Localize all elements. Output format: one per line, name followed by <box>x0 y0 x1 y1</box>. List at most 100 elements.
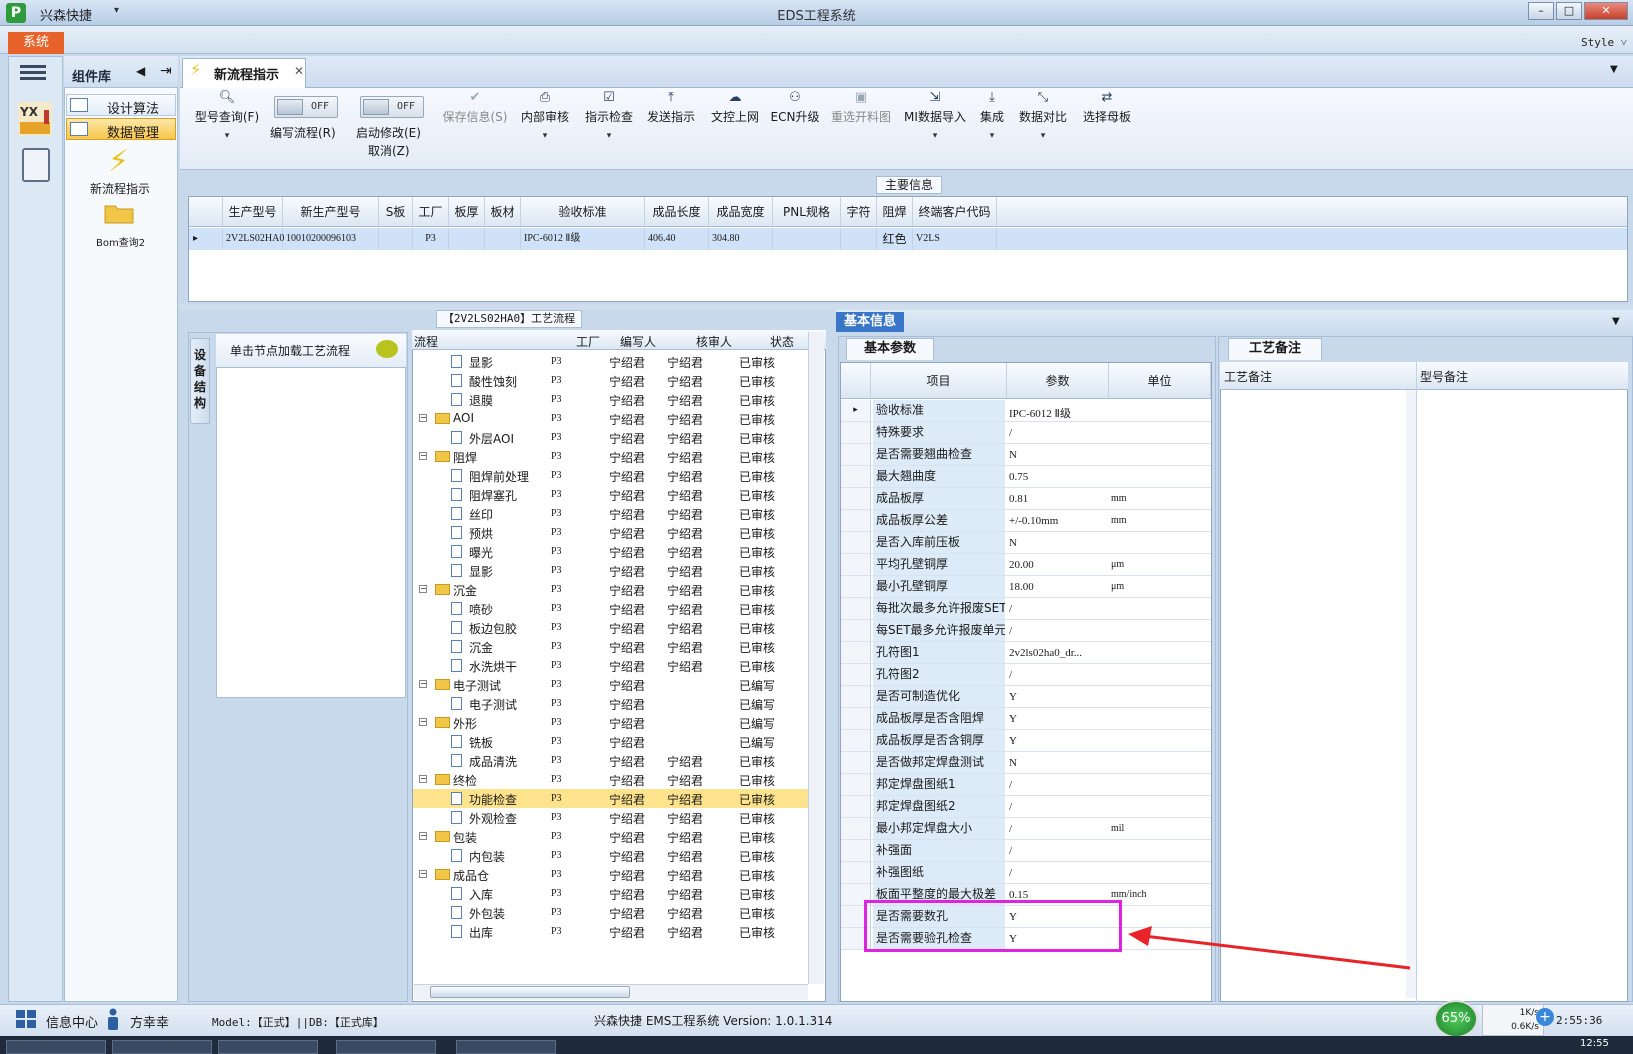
param-row[interactable]: 最小孔壁铜厚 18.00 μm <box>841 576 1211 598</box>
param-value[interactable]: / <box>1009 625 1105 637</box>
process-row[interactable]: 出库 P3 宁绍君 宁绍君 已审核 <box>413 922 809 941</box>
style-menu[interactable]: Style ˅ <box>1581 36 1627 49</box>
internal-review-button[interactable]: ⎙ 内部审核 ▾ <box>520 90 570 141</box>
notes-scrollbar[interactable] <box>1406 390 1416 998</box>
pin-panel-icon[interactable]: ⇥ <box>160 63 172 79</box>
param-row[interactable]: 每批次最多允许报废SET / <box>841 598 1211 620</box>
info-center-link[interactable]: 信息中心 <box>46 1012 98 1031</box>
new-flow-instruction-link[interactable]: 新流程指示 <box>90 180 150 197</box>
system-menu-tab[interactable]: 系统 <box>8 32 64 54</box>
param-value[interactable]: / <box>1009 867 1105 879</box>
column-header[interactable]: 核审人 <box>696 333 732 350</box>
param-value[interactable]: N <box>1009 537 1105 549</box>
param-value[interactable]: Y <box>1009 713 1105 725</box>
process-row[interactable]: − 电子测试 P3 宁绍君 已编写 <box>413 675 809 694</box>
cell-s-board[interactable] <box>379 228 413 250</box>
device-structure-tab[interactable]: 设备结构 <box>190 338 210 424</box>
column-header[interactable]: 生产型号 <box>223 197 283 226</box>
param-value[interactable]: IPC-6012 Ⅱ级 <box>1009 405 1105 421</box>
collapse-toggle-icon[interactable]: − <box>419 585 427 593</box>
tab-basic-params[interactable]: 基本参数 <box>846 338 934 360</box>
param-value[interactable]: Y <box>1009 735 1105 747</box>
process-row[interactable]: 沉金 P3 宁绍君 宁绍君 已审核 <box>413 637 809 656</box>
param-row[interactable]: 邦定焊盘图纸1 / <box>841 774 1211 796</box>
close-button[interactable]: ✕ <box>1584 2 1628 20</box>
cell-new-prod-model[interactable]: 10010200096103 <box>283 228 379 250</box>
bom-query-link[interactable]: Bom查询2 <box>96 234 145 249</box>
column-header[interactable]: 新生产型号 <box>283 197 379 226</box>
start-modify-toggle[interactable]: OFF <box>360 96 424 118</box>
param-value[interactable]: 18.00 <box>1009 581 1105 593</box>
param-value[interactable]: 0.75 <box>1009 471 1105 483</box>
column-header[interactable]: 流程 <box>414 333 438 350</box>
process-row[interactable]: 酸性蚀刻 P3 宁绍君 宁绍君 已审核 <box>413 371 809 390</box>
tab-close-icon[interactable]: ✕ <box>294 64 304 78</box>
process-row[interactable]: − 包装 P3 宁绍君 宁绍君 已审核 <box>413 827 809 846</box>
maximize-button[interactable]: □ <box>1556 2 1582 20</box>
table-row[interactable]: ▸ 2V2LS02HA0 10010200096103 P3 IPC-6012 … <box>189 228 1627 250</box>
model-query-button[interactable]: 🔍︎ 型号查询(F) ▾ <box>192 90 262 141</box>
column-header[interactable]: 阻焊 <box>877 197 913 226</box>
collapse-toggle-icon[interactable]: − <box>419 718 427 726</box>
scroll-thumb[interactable] <box>430 986 630 998</box>
process-row[interactable]: 外层AOI P3 宁绍君 宁绍君 已审核 <box>413 428 809 447</box>
process-row[interactable]: − 成品仓 P3 宁绍君 宁绍君 已审核 <box>413 865 809 884</box>
process-notes-textarea[interactable] <box>1222 392 1404 998</box>
dropdown-arrow-icon[interactable]: ▾ <box>976 131 1008 141</box>
column-header[interactable]: 参数 <box>1007 363 1109 398</box>
param-value[interactable]: / <box>1009 779 1105 791</box>
reselect-cut-button[interactable]: ▣ 重选开料图 <box>828 90 894 125</box>
taskbar-item[interactable] <box>336 1040 436 1054</box>
param-value[interactable]: / <box>1009 603 1105 615</box>
collapse-toggle-icon[interactable]: − <box>419 414 427 422</box>
edit-flow-toggle[interactable]: OFF <box>274 96 338 118</box>
param-value[interactable]: / <box>1009 669 1105 681</box>
column-header[interactable]: S板 <box>379 197 413 226</box>
param-value[interactable]: / <box>1009 801 1105 813</box>
collapse-toggle-icon[interactable]: − <box>419 832 427 840</box>
cell-factory[interactable]: P3 <box>413 228 449 250</box>
process-row[interactable]: 退膜 P3 宁绍君 宁绍君 已审核 <box>413 390 809 409</box>
column-header[interactable]: 工厂 <box>576 333 600 350</box>
taskbar-item[interactable] <box>6 1040 106 1054</box>
column-header[interactable]: 状态 <box>770 333 794 350</box>
model-notes-textarea[interactable] <box>1420 392 1626 998</box>
param-row[interactable]: 平均孔壁铜厚 20.00 μm <box>841 554 1211 576</box>
cancel-button[interactable]: 取消(Z) <box>368 142 410 159</box>
process-row[interactable]: 阻焊前处理 P3 宁绍君 宁绍君 已审核 <box>413 466 809 485</box>
param-row[interactable]: 是否做邦定焊盘测试 N <box>841 752 1211 774</box>
param-value[interactable]: +/-0.10mm <box>1009 515 1105 527</box>
param-row[interactable]: 是否需要翘曲检查 N <box>841 444 1211 466</box>
param-value[interactable]: N <box>1009 449 1105 461</box>
process-row[interactable]: 外包装 P3 宁绍君 宁绍君 已审核 <box>413 903 809 922</box>
process-row[interactable]: 阻焊塞孔 P3 宁绍君 宁绍君 已审核 <box>413 485 809 504</box>
column-header[interactable]: 终端客户代码 <box>913 197 997 226</box>
tab-overflow-icon[interactable]: ▼ <box>1610 64 1618 75</box>
collapse-left-icon[interactable]: ◀ <box>136 64 145 78</box>
mi-import-button[interactable]: ⇲ MI数据导入 ▾ <box>902 90 968 141</box>
grid-icon[interactable] <box>16 1010 36 1028</box>
comment-icon[interactable] <box>376 340 398 358</box>
process-row[interactable]: 板边包胶 P3 宁绍君 宁绍君 已审核 <box>413 618 809 637</box>
process-row[interactable]: 外观检查 P3 宁绍君 宁绍君 已审核 <box>413 808 809 827</box>
param-row[interactable]: 最小邦定焊盘大小 / mil <box>841 818 1211 840</box>
cell-standard[interactable]: IPC-6012 Ⅱ级 <box>521 228 645 250</box>
process-row[interactable]: 入库 P3 宁绍君 宁绍君 已审核 <box>413 884 809 903</box>
process-row[interactable]: 功能检查 P3 宁绍君 宁绍君 已审核 <box>413 789 809 808</box>
param-row[interactable]: 成品板厚公差 +/-0.10mm mm <box>841 510 1211 532</box>
collapse-toggle-icon[interactable]: − <box>419 870 427 878</box>
process-row[interactable]: − AOI P3 宁绍君 宁绍君 已审核 <box>413 409 809 428</box>
process-row[interactable]: 丝印 P3 宁绍君 宁绍君 已审核 <box>413 504 809 523</box>
dropdown-arrow-icon[interactable]: ▾ <box>1016 131 1070 141</box>
tab-process-notes[interactable]: 工艺备注 <box>1228 338 1322 360</box>
column-header[interactable]: 验收标准 <box>521 197 645 226</box>
lib-item-data-management[interactable]: 数据管理 <box>66 118 176 141</box>
cell-pnl[interactable] <box>773 228 841 250</box>
select-mother-board-button[interactable]: ⇄ 选择母板 <box>1080 90 1134 125</box>
param-row[interactable]: 特殊要求 / <box>841 422 1211 444</box>
column-header[interactable]: 编写人 <box>620 333 656 350</box>
param-row[interactable]: 成品板厚 0.81 mm <box>841 488 1211 510</box>
dropdown-arrow-icon[interactable]: ▾ <box>192 131 262 141</box>
param-value[interactable]: / <box>1009 823 1105 835</box>
save-info-button[interactable]: ✔ 保存信息(S) <box>440 90 510 125</box>
